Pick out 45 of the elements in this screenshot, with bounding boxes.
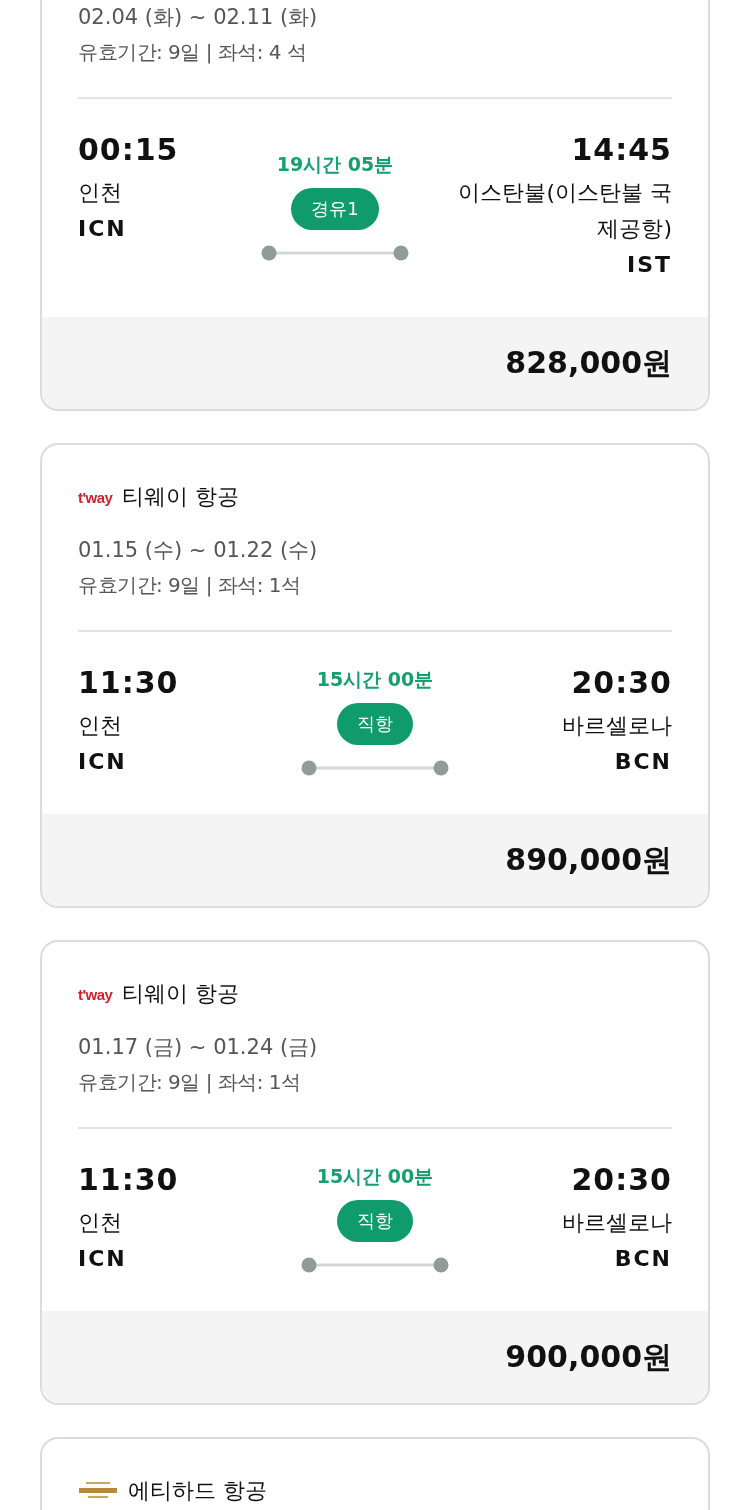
arrival-city: 바르셀로나 <box>562 1209 672 1237</box>
validity-seats: 유효기간: 9일 | 좌석: 1석 <box>78 565 672 605</box>
route-line-icon <box>301 1257 449 1273</box>
airline-name: 티웨이 항공 <box>122 980 240 1008</box>
flight-duration: 19시간 05분 <box>276 152 394 177</box>
departure-code: ICN <box>78 215 128 243</box>
departure-code: ICN <box>78 748 128 776</box>
departure-city: 인천 <box>78 712 123 740</box>
arrival-time: 20:30 <box>571 1161 672 1199</box>
departure-time: 11:30 <box>78 1161 180 1199</box>
arrival-code: BCN <box>614 748 672 776</box>
stops-badge: 직항 <box>337 1200 413 1242</box>
stops-badge: 직항 <box>337 703 413 745</box>
departure-time: 00:15 <box>78 131 180 169</box>
departure-city: 인천 <box>78 179 123 207</box>
arrival-time: 14:45 <box>571 131 672 169</box>
route-line-icon <box>301 760 449 776</box>
flight-card[interactable]: 에티하드 항공 <box>40 1437 710 1510</box>
airline-name: 티웨이 항공 <box>122 483 240 511</box>
travel-dates: 02.04 (화) ~ 02.11 (화) <box>78 4 319 31</box>
flight-duration: 15시간 00분 <box>316 1164 434 1189</box>
travel-dates: 01.15 (수) ~ 01.22 (수) <box>78 537 319 564</box>
airline-logo: t'way <box>78 488 113 506</box>
departure-time: 11:30 <box>78 664 180 702</box>
stops-badge: 경유1 <box>291 188 379 230</box>
validity-seats: 유효기간: 9일 | 좌석: 1석 <box>78 1062 672 1102</box>
travel-dates: 01.17 (금) ~ 01.24 (금) <box>78 1034 319 1061</box>
flight-card[interactable]: t'way 티웨이 항공 01.15 (수) ~ 01.22 (수) 유효기간: 9일 | 좌석: 1석 11:30 인천 ICN 15시간 00분 직항 20:30 바르셀로나 BCN 890,000원 <box>40 443 710 908</box>
price: 890,000원 <box>505 840 672 879</box>
airline-logo: t'way <box>78 985 113 1003</box>
validity-seats: 유효기간: 9일 | 좌석: 4 석 <box>78 32 672 72</box>
arrival-city: 이스탄불(이스탄불 국제공항) <box>457 179 672 243</box>
flight-card[interactable]: t'way 티웨이 항공 01.17 (금) ~ 01.24 (금) 유효기간: 9일 | 좌석: 1석 11:30 인천 ICN 15시간 00분 직항 20:30 바르셀로나 BCN 900,000원 <box>40 940 710 1405</box>
arrival-city: 바르셀로나 <box>562 712 672 740</box>
arrival-time: 20:30 <box>571 664 672 702</box>
airline-name: 에티하드 항공 <box>128 1477 267 1505</box>
price: 828,000원 <box>505 343 672 382</box>
departure-city: 인천 <box>78 1209 123 1237</box>
arrival-code: BCN <box>614 1245 672 1273</box>
route-line-icon <box>261 245 409 261</box>
flight-card[interactable]: 02.04 (화) ~ 02.11 (화) 유효기간: 9일 | 좌석: 4 석 00:15 인천 ICN 19시간 05분 경유1 14:45 이스탄불(이스탄불 국제공항) IST 828,000원 <box>40 0 710 411</box>
arrival-code: IST <box>626 251 672 279</box>
departure-code: ICN <box>78 1245 128 1273</box>
flight-duration: 15시간 00분 <box>316 667 434 692</box>
price: 900,000원 <box>505 1337 672 1376</box>
